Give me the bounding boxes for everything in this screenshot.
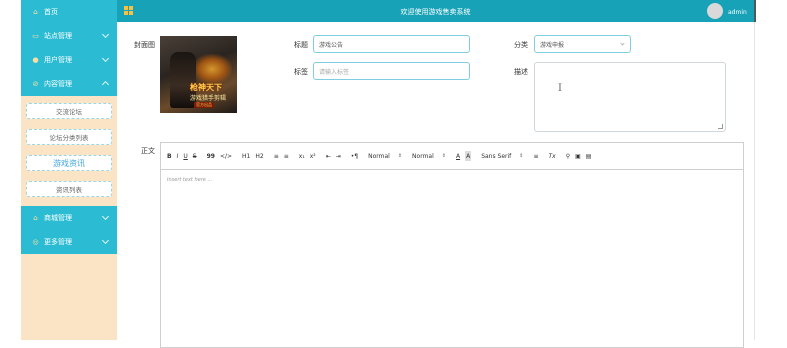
underline-button[interactable]: U (183, 151, 187, 161)
editor-toolbar: B I U S 99 </> H1 H2 ≡ ≡ x₁ x² ⇤ ⇥ •¶ No… (161, 143, 743, 170)
sidebar-item-label: 用户管理 (44, 56, 72, 64)
indent-button[interactable]: ⇥ (336, 151, 341, 161)
chevron-down-icon (101, 212, 110, 221)
dropdown-caret-icon: ⇕ (397, 153, 403, 159)
avatar[interactable] (707, 3, 723, 19)
submenu-game-news[interactable]: 游戏资讯 (26, 155, 112, 171)
sidebar: ⌂ 首页 ▭ 站点管理 ● 用户管理 ⊘ 内容管理 交流论坛 论坛分类列表 游戏… (21, 0, 117, 340)
cover-title-line1: 枪神天下 (190, 83, 222, 92)
chevron-down-icon (101, 236, 110, 245)
dropdown-caret-icon: ⇕ (519, 153, 524, 159)
user-icon: ● (32, 56, 39, 64)
editor-placeholder[interactable]: Insert text here ... (167, 177, 212, 183)
text-direction-button[interactable]: •¶ (351, 151, 358, 161)
home-icon: ⌂ (33, 8, 38, 16)
cover-label: 封面图 (134, 41, 155, 49)
cover-title-line2: 游戏猎手剪辑 (190, 95, 227, 102)
sidebar-item-label: 更多管理 (44, 238, 72, 246)
window-edge (754, 0, 756, 22)
font-dropdown-label: Sans Serif (481, 152, 512, 160)
sidebar-item-content[interactable]: ⊘ 内容管理 (21, 72, 117, 96)
username[interactable]: admin (728, 9, 747, 16)
resize-handle[interactable] (718, 124, 723, 129)
bullet-list-button[interactable]: ≡ (284, 151, 289, 161)
title-input[interactable]: 游戏公告 (313, 35, 470, 53)
sidebar-item-label: 内容管理 (44, 80, 72, 88)
video-button[interactable]: ▤ (586, 151, 592, 161)
category-select[interactable]: 游戏申报 (534, 35, 631, 53)
header2-button[interactable]: H2 (255, 151, 263, 161)
submenu-news-list[interactable]: 资讯列表 (26, 181, 112, 197)
site-icon: ▭ (32, 32, 39, 40)
rich-text-editor: B I U S 99 </> H1 H2 ≡ ≡ x₁ x² ⇤ ⇥ •¶ No… (160, 142, 744, 348)
submenu-label: 交流论坛 (56, 108, 82, 116)
shop-icon: ⌂ (33, 214, 38, 222)
cover-glow (192, 54, 232, 84)
description-label: 描述 (514, 68, 528, 76)
size-dropdown[interactable]: Normal ⇕ (368, 151, 402, 161)
clean-format-button[interactable]: Tx (549, 151, 556, 161)
submenu-forum-categories[interactable]: 论坛分类列表 (26, 129, 112, 145)
blockquote-button[interactable]: 99 (207, 151, 215, 161)
ordered-list-button[interactable]: ≡ (274, 151, 279, 161)
dropdown-caret-icon: ⇕ (441, 153, 446, 159)
header-dropdown-label: Normal (412, 152, 434, 160)
cover-image[interactable]: 枪神天下 游戏猎手剪辑 官方出品 (160, 36, 237, 113)
sidebar-item-home[interactable]: ⌂ 首页 (21, 0, 117, 24)
chevron-down-icon (101, 54, 110, 63)
code-block-button[interactable]: </> (220, 151, 232, 161)
top-header: 欢迎使用游戏售卖系统 admin (117, 0, 754, 22)
header-dropdown[interactable]: Normal ⇕ (412, 151, 446, 161)
submenu-label: 论坛分类列表 (49, 134, 89, 142)
sidebar-item-label: 商城管理 (44, 214, 72, 222)
chevron-up-icon (101, 80, 110, 89)
tags-input[interactable]: 请输入标签 (313, 62, 470, 80)
description-textarea[interactable]: I (534, 62, 726, 132)
strike-button[interactable]: S (193, 151, 197, 161)
sidebar-item-label: 站点管理 (44, 32, 72, 40)
image-button[interactable]: ▣ (575, 151, 581, 161)
divider (754, 22, 755, 340)
link-button[interactable]: ⚲ (566, 151, 570, 161)
title-value: 游戏公告 (319, 41, 344, 49)
sidebar-item-more[interactable]: ◎ 更多管理 (21, 230, 117, 254)
title-label: 标题 (294, 41, 308, 49)
sidebar-item-label: 首页 (44, 8, 58, 16)
text-cursor-icon: I (558, 83, 562, 94)
subscript-button[interactable]: x₁ (299, 151, 305, 161)
align-button[interactable]: ≡ (533, 151, 538, 161)
chevron-down-icon (620, 41, 625, 46)
italic-button[interactable]: I (177, 151, 179, 161)
bold-button[interactable]: B (167, 151, 172, 161)
background-color-button[interactable]: A (465, 151, 472, 161)
more-icon: ◎ (32, 238, 39, 246)
tags-label: 标签 (294, 68, 308, 76)
outdent-button[interactable]: ⇤ (326, 151, 331, 161)
chevron-down-icon (101, 30, 110, 39)
sidebar-item-users[interactable]: ● 用户管理 (21, 48, 117, 72)
superscript-button[interactable]: x² (310, 151, 316, 161)
text-color-button[interactable]: A (456, 151, 460, 161)
body-label: 正文 (141, 147, 155, 155)
page-title: 欢迎使用游戏售卖系统 (400, 8, 471, 16)
category-value: 游戏申报 (540, 41, 565, 49)
font-dropdown[interactable]: Sans Serif ⇕ (481, 151, 523, 161)
category-label: 分类 (514, 41, 528, 49)
header1-button[interactable]: H1 (242, 151, 250, 161)
cover-badge: 官方出品 (194, 102, 214, 108)
submenu-label: 资讯列表 (56, 186, 82, 194)
tags-placeholder: 请输入标签 (319, 68, 350, 76)
submenu-forum[interactable]: 交流论坛 (26, 103, 112, 119)
sidebar-item-site[interactable]: ▭ 站点管理 (21, 24, 117, 48)
content-icon: ⊘ (32, 80, 39, 88)
submenu-label: 游戏资讯 (53, 158, 85, 168)
size-dropdown-label: Normal (368, 152, 390, 160)
sidebar-item-shop[interactable]: ⌂ 商城管理 (21, 206, 117, 230)
